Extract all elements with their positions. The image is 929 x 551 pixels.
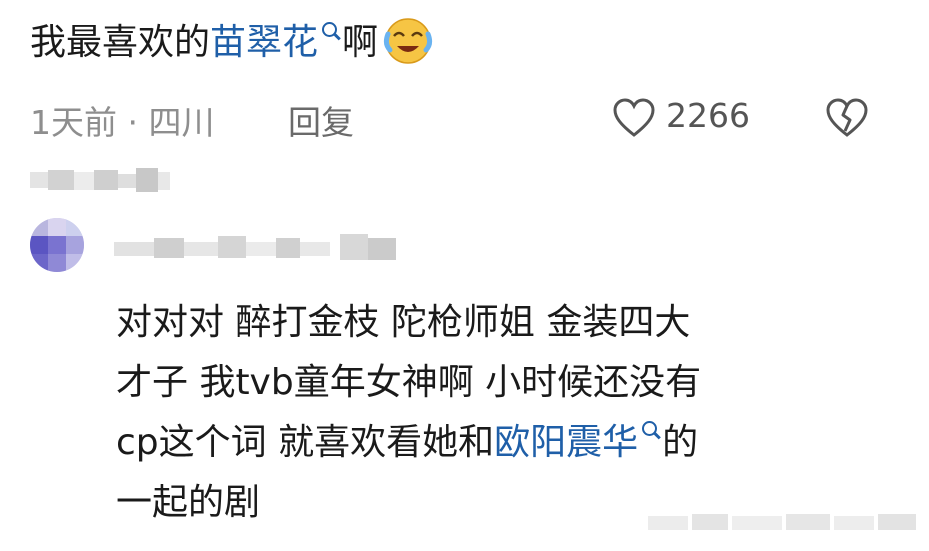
comment-meta-row: 1天前 · 四川 回复 2266 xyxy=(0,96,929,142)
avatar[interactable] xyxy=(30,218,84,272)
reply-line-3: cp这个词 就喜欢看她和欧阳震华的 xyxy=(116,413,701,473)
topic-link-label: 欧阳震华 xyxy=(494,422,639,463)
blurred-reply-username xyxy=(114,232,406,264)
reply-line-2: 才子 我tvb童年女神啊 小时候还没有 xyxy=(116,362,702,403)
broken-heart-icon[interactable] xyxy=(824,98,870,138)
reply-line-4: 一起的剧 xyxy=(116,482,261,523)
reply-line-3-suffix: 的 xyxy=(662,422,699,463)
topic-link-ouyang-zhenhua[interactable]: 欧阳震华 xyxy=(494,421,662,463)
heart-outline-icon[interactable] xyxy=(612,98,656,138)
comment-suffix: 啊 xyxy=(342,22,379,63)
reply-text: 对对对 醉打金枝 陀枪师姐 金装四大 才子 我tvb童年女神啊 小时候还没有 c… xyxy=(116,293,701,533)
reply-line-1: 对对对 醉打金枝 陀枪师姐 金装四大 xyxy=(116,302,691,343)
like-count: 2266 xyxy=(666,96,750,135)
search-icon xyxy=(640,413,662,443)
blurred-username xyxy=(30,166,170,196)
topic-link-miao-cui-hua[interactable]: 苗翠花 xyxy=(210,22,342,63)
crying-laughing-face-icon xyxy=(383,18,433,64)
comment-text: 我最喜欢的苗翠花啊 xyxy=(30,14,434,72)
search-icon xyxy=(320,14,342,44)
time-location: 1天前 · 四川 xyxy=(30,103,215,142)
blurred-watermark xyxy=(648,508,918,536)
comment-prefix: 我最喜欢的 xyxy=(30,22,211,63)
topic-link-label: 苗翠花 xyxy=(210,22,319,63)
reply-line-3-prefix: cp这个词 就喜欢看她和 xyxy=(116,422,495,463)
reply-button[interactable]: 回复 xyxy=(288,96,354,144)
